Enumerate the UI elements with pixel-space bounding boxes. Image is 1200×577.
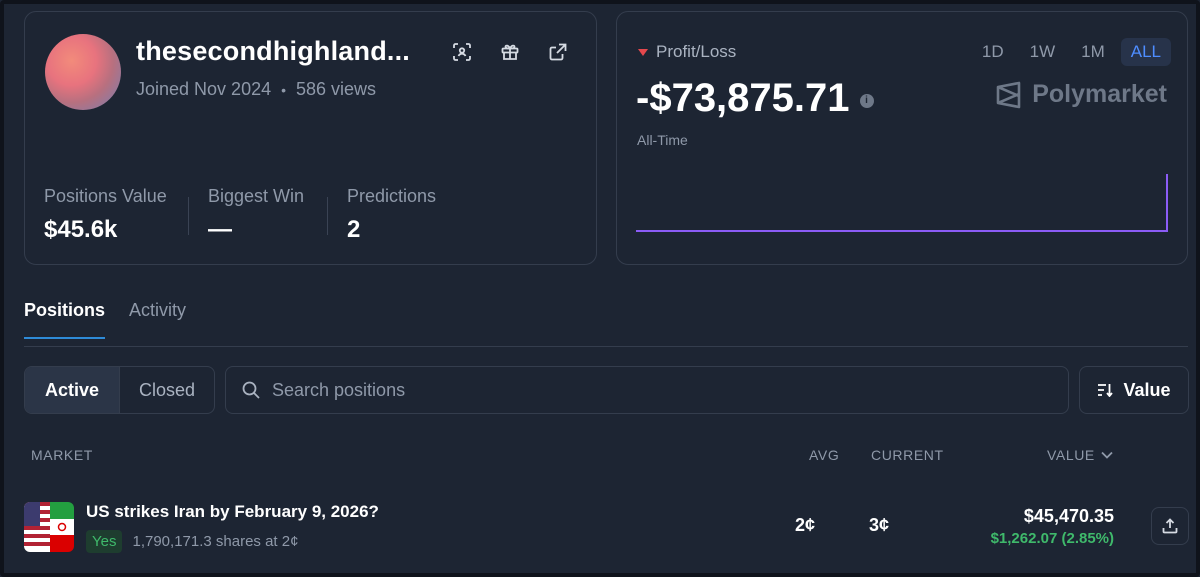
profit-loss-line	[636, 174, 1168, 232]
gift-icon[interactable]	[500, 42, 520, 62]
market-flag-icon	[24, 502, 74, 552]
active-button[interactable]: Active	[25, 367, 120, 413]
stat-value: $45.6k	[44, 216, 118, 243]
tab-activity[interactable]: Activity	[129, 300, 186, 339]
profit-loss-value: -$73,875.71	[636, 76, 850, 120]
time-range-tabs: 1D 1W 1M ALL	[972, 38, 1171, 66]
polymarket-logo: Polymarket	[996, 80, 1167, 109]
sort-icon	[1098, 384, 1114, 397]
joined-date: Joined Nov 2024	[136, 79, 272, 99]
share-button[interactable]	[1151, 507, 1189, 545]
column-header-current[interactable]: CURRENT	[871, 447, 944, 463]
market-title[interactable]: US strikes Iran by February 9, 2026?	[86, 502, 379, 522]
range-tab-all[interactable]: ALL	[1120, 38, 1171, 66]
shares-info: 1,790,171.3 shares at 2¢	[132, 533, 299, 550]
search-input[interactable]	[272, 379, 1052, 401]
stat-value: 2	[347, 216, 361, 243]
position-change: $1,262.07 (2.85%)	[990, 530, 1114, 547]
status-toggle: Active Closed	[24, 366, 215, 414]
profile-card: thesecondhighland... Joined Nov 2024 • 5…	[24, 11, 597, 265]
range-tab-1w[interactable]: 1W	[1020, 38, 1066, 66]
external-link-icon[interactable]	[548, 42, 568, 62]
profile-tabs: Positions Activity	[24, 300, 186, 339]
view-count: 586 views	[296, 79, 377, 99]
stat-positions-value: Positions Value $45.6k	[44, 186, 167, 244]
brand-name: Polymarket	[1032, 80, 1167, 108]
column-header-value-label: VALUE	[1047, 447, 1095, 463]
profit-loss-chart	[636, 174, 1168, 232]
sort-button[interactable]: Value	[1079, 366, 1189, 414]
current-price: 3¢	[869, 515, 890, 535]
position-details: Yes 1,790,171.3 shares at 2¢	[86, 530, 298, 553]
tab-positions[interactable]: Positions	[24, 300, 106, 339]
chevron-down-icon	[1101, 451, 1113, 459]
avg-price: 2¢	[795, 515, 816, 535]
stat-divider	[188, 197, 189, 235]
info-icon[interactable]: i	[859, 93, 874, 108]
stat-biggest-win: Biggest Win —	[208, 186, 304, 244]
closed-button[interactable]: Closed	[120, 367, 214, 413]
range-tab-1m[interactable]: 1M	[1071, 38, 1115, 66]
position-value: $45,470.35	[1023, 506, 1114, 526]
search-box	[225, 366, 1069, 414]
search-icon	[242, 381, 260, 399]
period-label: All-Time	[637, 132, 688, 148]
profit-loss-value-row: -$73,875.71 i	[636, 76, 874, 121]
stat-label: Biggest Win	[208, 186, 305, 206]
profile-meta: Joined Nov 2024 • 586 views	[136, 79, 376, 100]
stat-value: —	[208, 216, 232, 243]
profit-loss-title: Profit/Loss	[656, 42, 737, 61]
sort-label: Value	[1123, 379, 1171, 400]
column-header-value[interactable]: VALUE	[1047, 447, 1113, 463]
username: thesecondhighland...	[136, 36, 411, 66]
stat-label: Predictions	[347, 186, 437, 206]
profit-loss-label: Profit/Loss	[638, 42, 736, 62]
column-header-avg[interactable]: AVG	[809, 447, 839, 463]
stat-predictions: Predictions 2	[347, 186, 436, 244]
upload-icon	[1162, 518, 1178, 534]
column-header-market: MARKET	[31, 447, 93, 463]
range-tab-1d[interactable]: 1D	[972, 38, 1014, 66]
polymarket-logo-icon	[996, 81, 1021, 108]
avatar	[45, 34, 121, 110]
scan-icon[interactable]	[452, 42, 472, 62]
outcome-badge: Yes	[86, 530, 123, 553]
profit-loss-card: Profit/Loss 1D 1W 1M ALL -$73,875.71 i P…	[616, 11, 1188, 265]
down-triangle-icon	[638, 48, 648, 56]
separator-dot: •	[281, 81, 287, 98]
stat-divider	[327, 197, 328, 235]
stat-label: Positions Value	[44, 186, 167, 206]
tabs-divider	[24, 346, 1188, 347]
